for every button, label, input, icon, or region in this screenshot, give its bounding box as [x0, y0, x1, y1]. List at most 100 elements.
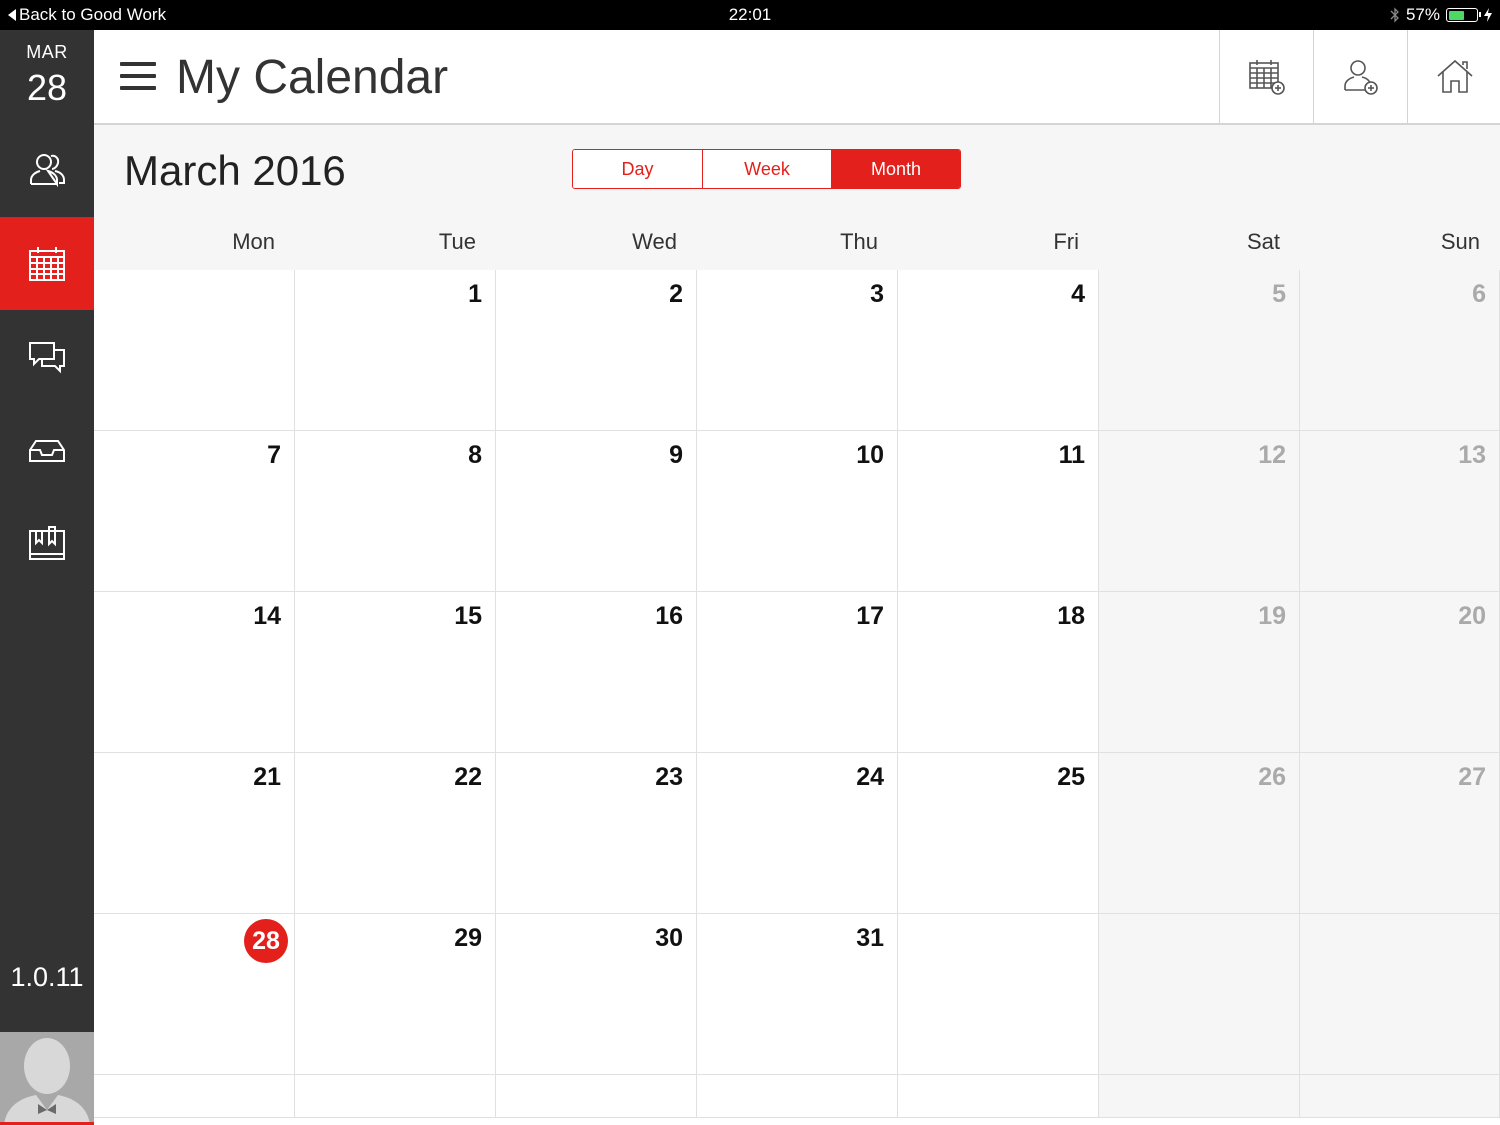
date-number: 8	[468, 441, 482, 469]
view-week-button[interactable]: Week	[702, 150, 831, 188]
weekday-label: Mon	[232, 229, 275, 254]
month-title: March 2016	[124, 147, 346, 194]
day-cell[interactable]: 18	[898, 592, 1099, 753]
today-date-number: 28	[244, 919, 288, 963]
view-switcher: Day Week Month	[572, 149, 961, 189]
day-cell[interactable]: 24	[697, 753, 898, 914]
view-month-button[interactable]: Month	[831, 150, 960, 188]
day-cell[interactable]: 20	[1300, 592, 1500, 753]
hamburger-icon	[120, 62, 156, 66]
date-number: 30	[655, 924, 683, 952]
date-number: 31	[856, 924, 884, 952]
weekday-label: Sun	[1440, 229, 1480, 254]
menu-button[interactable]	[120, 62, 156, 92]
weekday-label: Tue	[438, 229, 476, 254]
sidebar-item-contacts[interactable]	[0, 123, 94, 216]
sidebar-date-day: 28	[26, 67, 68, 108]
day-cell[interactable]: 1	[295, 270, 496, 431]
status-indicators: 57%	[1390, 5, 1492, 25]
day-cell[interactable]	[94, 1075, 295, 1118]
weekday-label: Sat	[1246, 229, 1280, 254]
date-number: 17	[856, 602, 884, 630]
day-cell[interactable]: 14	[94, 592, 295, 753]
date-number: 12	[1258, 441, 1286, 469]
day-cell[interactable]	[1099, 914, 1300, 1075]
day-cell[interactable]: 28	[94, 914, 295, 1075]
sidebar-item-inbox[interactable]	[0, 403, 94, 496]
day-cell[interactable]	[1300, 1075, 1500, 1118]
date-number: 18	[1057, 602, 1085, 630]
date-number: 26	[1258, 763, 1286, 791]
date-number: 9	[669, 441, 683, 469]
sidebar-item-calendar[interactable]	[0, 217, 94, 310]
day-cell[interactable]: 25	[898, 753, 1099, 914]
add-event-button[interactable]	[1219, 30, 1313, 123]
date-number: 27	[1458, 763, 1486, 791]
inbox-icon	[29, 439, 65, 462]
day-cell[interactable]: 22	[295, 753, 496, 914]
sidebar-date: MAR 28	[0, 42, 94, 109]
sidebar: MAR 28 1.0.11	[0, 30, 94, 1125]
sidebar-item-messages[interactable]	[0, 310, 94, 403]
day-cell[interactable]: 17	[697, 592, 898, 753]
date-number: 20	[1458, 602, 1486, 630]
day-cell[interactable]: 19	[1099, 592, 1300, 753]
day-cell[interactable]	[1300, 914, 1500, 1075]
date-number: 5	[1272, 280, 1286, 308]
weekday-label: Thu	[840, 229, 878, 254]
day-cell[interactable]: 7	[94, 431, 295, 592]
battery-percent: 57%	[1405, 5, 1440, 24]
weekday-label: Fri	[1053, 229, 1079, 254]
day-cell[interactable]: 16	[496, 592, 697, 753]
date-number: 13	[1458, 441, 1486, 469]
day-cell[interactable]: 6	[1300, 270, 1500, 431]
day-cell[interactable]: 2	[496, 270, 697, 431]
view-day-button[interactable]: Day	[573, 150, 702, 188]
sidebar-item-notes[interactable]	[0, 497, 94, 590]
date-number: 19	[1258, 602, 1286, 630]
day-cell[interactable]: 29	[295, 914, 496, 1075]
day-cell[interactable]: 13	[1300, 431, 1500, 592]
battery-icon	[1446, 8, 1481, 22]
day-cell[interactable]: 15	[295, 592, 496, 753]
app-version: 1.0.11	[10, 962, 84, 992]
day-cell[interactable]: 23	[496, 753, 697, 914]
date-number: 21	[253, 763, 281, 791]
app-header: My Calendar	[94, 30, 1500, 125]
chat-icon	[29, 341, 65, 373]
day-cell[interactable]	[1099, 1075, 1300, 1118]
day-cell[interactable]: 26	[1099, 753, 1300, 914]
day-cell[interactable]	[697, 1075, 898, 1118]
day-cell[interactable]: 4	[898, 270, 1099, 431]
home-button[interactable]	[1407, 30, 1500, 123]
day-cell[interactable]: 8	[295, 431, 496, 592]
day-cell[interactable]: 11	[898, 431, 1099, 592]
day-cell[interactable]: 9	[496, 431, 697, 592]
date-number: 1	[468, 280, 482, 308]
day-cell[interactable]: 12	[1099, 431, 1300, 592]
add-person-button[interactable]	[1313, 30, 1407, 123]
avatar[interactable]	[0, 1032, 94, 1125]
day-cell[interactable]: 31	[697, 914, 898, 1075]
month-grid: 1 2 3 4 5 6 7 8 9 10 11 12 13 14 15 16 17 18 19 20 21 22 23 24 2…	[94, 270, 1500, 1118]
day-cell[interactable]	[898, 914, 1099, 1075]
day-cell[interactable]	[496, 1075, 697, 1118]
day-cell[interactable]: 27	[1300, 753, 1500, 914]
date-number: 22	[454, 763, 482, 791]
day-cell[interactable]: 21	[94, 753, 295, 914]
date-number: 15	[454, 602, 482, 630]
people-icon	[30, 153, 65, 187]
date-number: 6	[1472, 280, 1486, 308]
user-silhouette-icon	[0, 1032, 94, 1122]
date-number: 11	[1058, 441, 1085, 469]
day-cell[interactable]	[295, 1075, 496, 1118]
day-cell[interactable]: 3	[697, 270, 898, 431]
day-cell[interactable]: 10	[697, 431, 898, 592]
sidebar-date-month: MAR	[26, 42, 68, 62]
day-cell[interactable]: 5	[1099, 270, 1300, 431]
day-cell[interactable]: 30	[496, 914, 697, 1075]
day-cell[interactable]	[94, 270, 295, 431]
day-cell[interactable]	[898, 1075, 1099, 1118]
charging-icon	[1484, 8, 1492, 22]
weekday-label: Wed	[632, 229, 677, 254]
